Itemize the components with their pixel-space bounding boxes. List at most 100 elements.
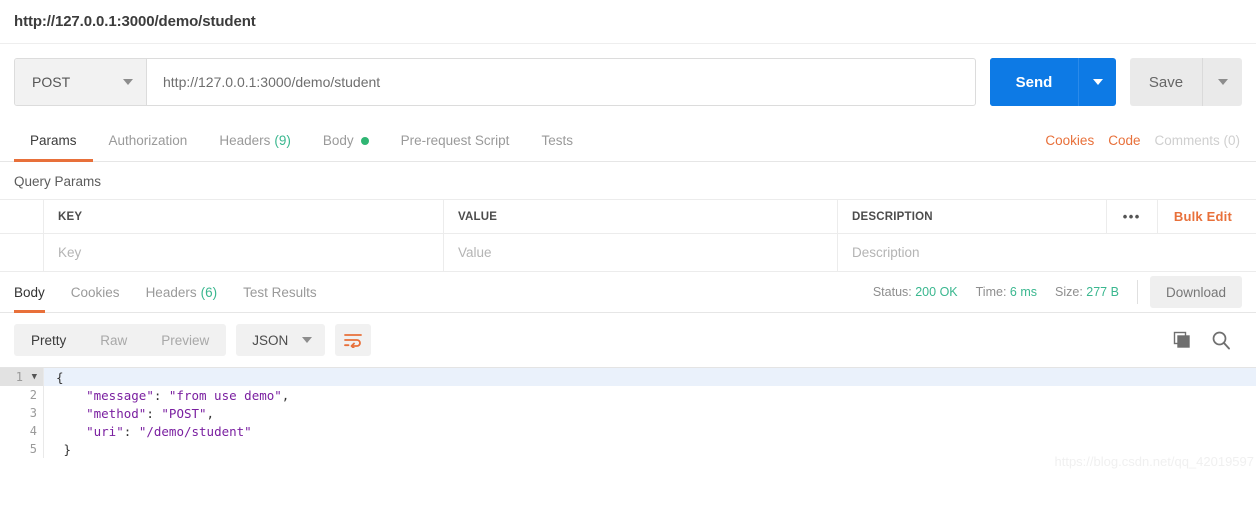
http-method-label: POST <box>32 74 71 90</box>
table-actions: ••• Bulk Edit <box>1105 200 1246 233</box>
code-line: 1 ▼ { <box>0 368 1256 386</box>
code-text: "message": "from use demo", <box>86 387 290 403</box>
tab-label: Headers <box>219 133 271 148</box>
view-mode-segmented-control: Pretty Raw Preview <box>14 324 227 356</box>
save-button[interactable]: Save <box>1130 58 1202 106</box>
row-description-cell[interactable]: Description <box>838 234 1256 271</box>
status-label: Status: <box>872 285 912 299</box>
row-value-cell[interactable]: Value <box>444 234 838 271</box>
header-key: KEY <box>44 200 444 233</box>
time-label: Time: <box>975 285 1007 299</box>
comments-link[interactable]: Comments (0) <box>1154 133 1240 148</box>
tab-label: Test Results <box>243 284 317 300</box>
size-badge: Size: 277 B <box>1055 285 1119 299</box>
more-options-icon[interactable]: ••• <box>1105 200 1157 233</box>
headers-count: (9) <box>274 133 291 148</box>
code-line: 2 "message": "from use demo", <box>0 386 1256 404</box>
tab-tests[interactable]: Tests <box>525 120 589 161</box>
send-options-button[interactable] <box>1078 58 1116 106</box>
tab-params[interactable]: Params <box>14 120 93 162</box>
query-params-title: Query Params <box>14 174 102 189</box>
search-icon <box>1212 331 1230 350</box>
response-tab-headers[interactable]: Headers (6) <box>133 272 231 312</box>
response-viewer-toolbar: Pretty Raw Preview JSON <box>0 313 1256 367</box>
tab-label: Headers <box>145 284 197 300</box>
http-method-select[interactable]: POST <box>15 59 147 105</box>
header-value: VALUE <box>444 200 838 233</box>
code-text: { <box>56 369 64 385</box>
chevron-down-icon <box>123 79 133 85</box>
search-button[interactable] <box>1210 329 1232 351</box>
method-url-group: POST <box>14 58 976 106</box>
response-format-select[interactable]: JSON <box>236 324 326 356</box>
status-value: 200 OK <box>915 285 958 299</box>
request-tab-bar: Params Authorization Headers (9) Body Pr… <box>0 120 1256 162</box>
value-placeholder: Value <box>458 245 492 260</box>
copy-icon <box>1173 331 1190 348</box>
save-options-button[interactable] <box>1202 58 1242 106</box>
tab-authorization[interactable]: Authorization <box>93 120 204 161</box>
view-mode-raw[interactable]: Raw <box>83 324 144 356</box>
word-wrap-toggle[interactable] <box>335 324 372 356</box>
request-url-input[interactable] <box>147 59 975 105</box>
request-url-bar: POST Send Save <box>0 44 1256 120</box>
chevron-down-icon <box>1092 79 1103 85</box>
tab-label: Authorization <box>108 133 188 148</box>
response-tab-cookies[interactable]: Cookies <box>58 272 133 312</box>
tab-label: Params <box>30 133 77 148</box>
tab-pre-request-script[interactable]: Pre-request Script <box>385 120 526 161</box>
response-tab-test-results[interactable]: Test Results <box>230 272 330 312</box>
table-header-row: KEY VALUE DESCRIPTION ••• Bulk Edit <box>0 199 1256 233</box>
key-placeholder: Key <box>58 245 82 260</box>
row-checkbox-cell[interactable] <box>0 234 44 271</box>
chevron-down-icon <box>302 337 313 343</box>
download-button[interactable]: Download <box>1149 276 1242 308</box>
response-headers-count: (6) <box>200 284 218 300</box>
code-text: "method": "POST", <box>86 405 215 421</box>
response-status-bar: Status: 200 OK Time: 6 ms Size: 277 B Do… <box>873 272 1242 312</box>
line-number: 1 ▼ <box>0 368 44 386</box>
status-badge: Status: 200 OK <box>873 285 958 299</box>
tab-label: Body <box>322 133 354 148</box>
code-text: } <box>56 441 72 457</box>
tab-label: Pre-request Script <box>400 133 510 148</box>
size-label: Size: <box>1055 285 1083 299</box>
line-number: 4 <box>0 422 44 440</box>
code-line: 4 "uri": "/demo/student" <box>0 422 1256 440</box>
response-viewer-actions <box>1172 329 1242 351</box>
response-tab-body[interactable]: Body <box>14 272 58 313</box>
chevron-down-icon <box>1217 79 1228 85</box>
line-number: 5 <box>0 440 44 458</box>
header-description: DESCRIPTION ••• Bulk Edit <box>838 200 1256 233</box>
time-value: 6 ms <box>1009 285 1037 299</box>
time-badge: Time: 6 ms <box>976 285 1037 299</box>
watermark: https://blog.csdn.net/qq_42019597 <box>1054 454 1255 469</box>
divider <box>1136 280 1138 304</box>
query-params-table: KEY VALUE DESCRIPTION ••• Bulk Edit Key … <box>0 199 1256 271</box>
title-bar: http://127.0.0.1:3000/demo/student <box>0 0 1256 44</box>
size-value: 277 B <box>1086 285 1119 299</box>
view-mode-preview[interactable]: Preview <box>144 324 226 356</box>
body-present-dot-icon <box>360 136 369 145</box>
header-checkbox-cell <box>0 200 44 233</box>
tab-headers[interactable]: Headers (9) <box>203 120 307 161</box>
response-tab-bar: Body Cookies Headers (6) Test Results St… <box>0 271 1256 313</box>
cookies-link[interactable]: Cookies <box>1045 133 1094 148</box>
bulk-edit-link[interactable]: Bulk Edit <box>1156 200 1246 233</box>
tab-label: Cookies <box>70 284 120 300</box>
row-key-cell[interactable]: Key <box>44 234 444 271</box>
tab-label: Body <box>14 284 45 300</box>
send-button[interactable]: Send <box>990 58 1078 106</box>
line-number: 3 <box>0 404 44 422</box>
code-lines-container: 1 ▼ {2 "message": "from use demo", 3 "metho… <box>0 368 1256 458</box>
code-line: 3 "method": "POST", <box>0 404 1256 422</box>
response-body-code-viewer[interactable]: 1 ▼ {2 "message": "from use demo", 3 "metho… <box>0 367 1256 477</box>
send-button-group: Send <box>990 58 1116 106</box>
fold-toggle-icon[interactable]: ▼ <box>27 372 37 382</box>
copy-button[interactable] <box>1172 330 1192 350</box>
tab-body[interactable]: Body <box>307 120 385 161</box>
view-mode-pretty[interactable]: Pretty <box>14 324 83 356</box>
header-description-label: DESCRIPTION <box>852 210 933 223</box>
description-placeholder: Description <box>852 245 920 260</box>
code-link[interactable]: Code <box>1108 133 1140 148</box>
